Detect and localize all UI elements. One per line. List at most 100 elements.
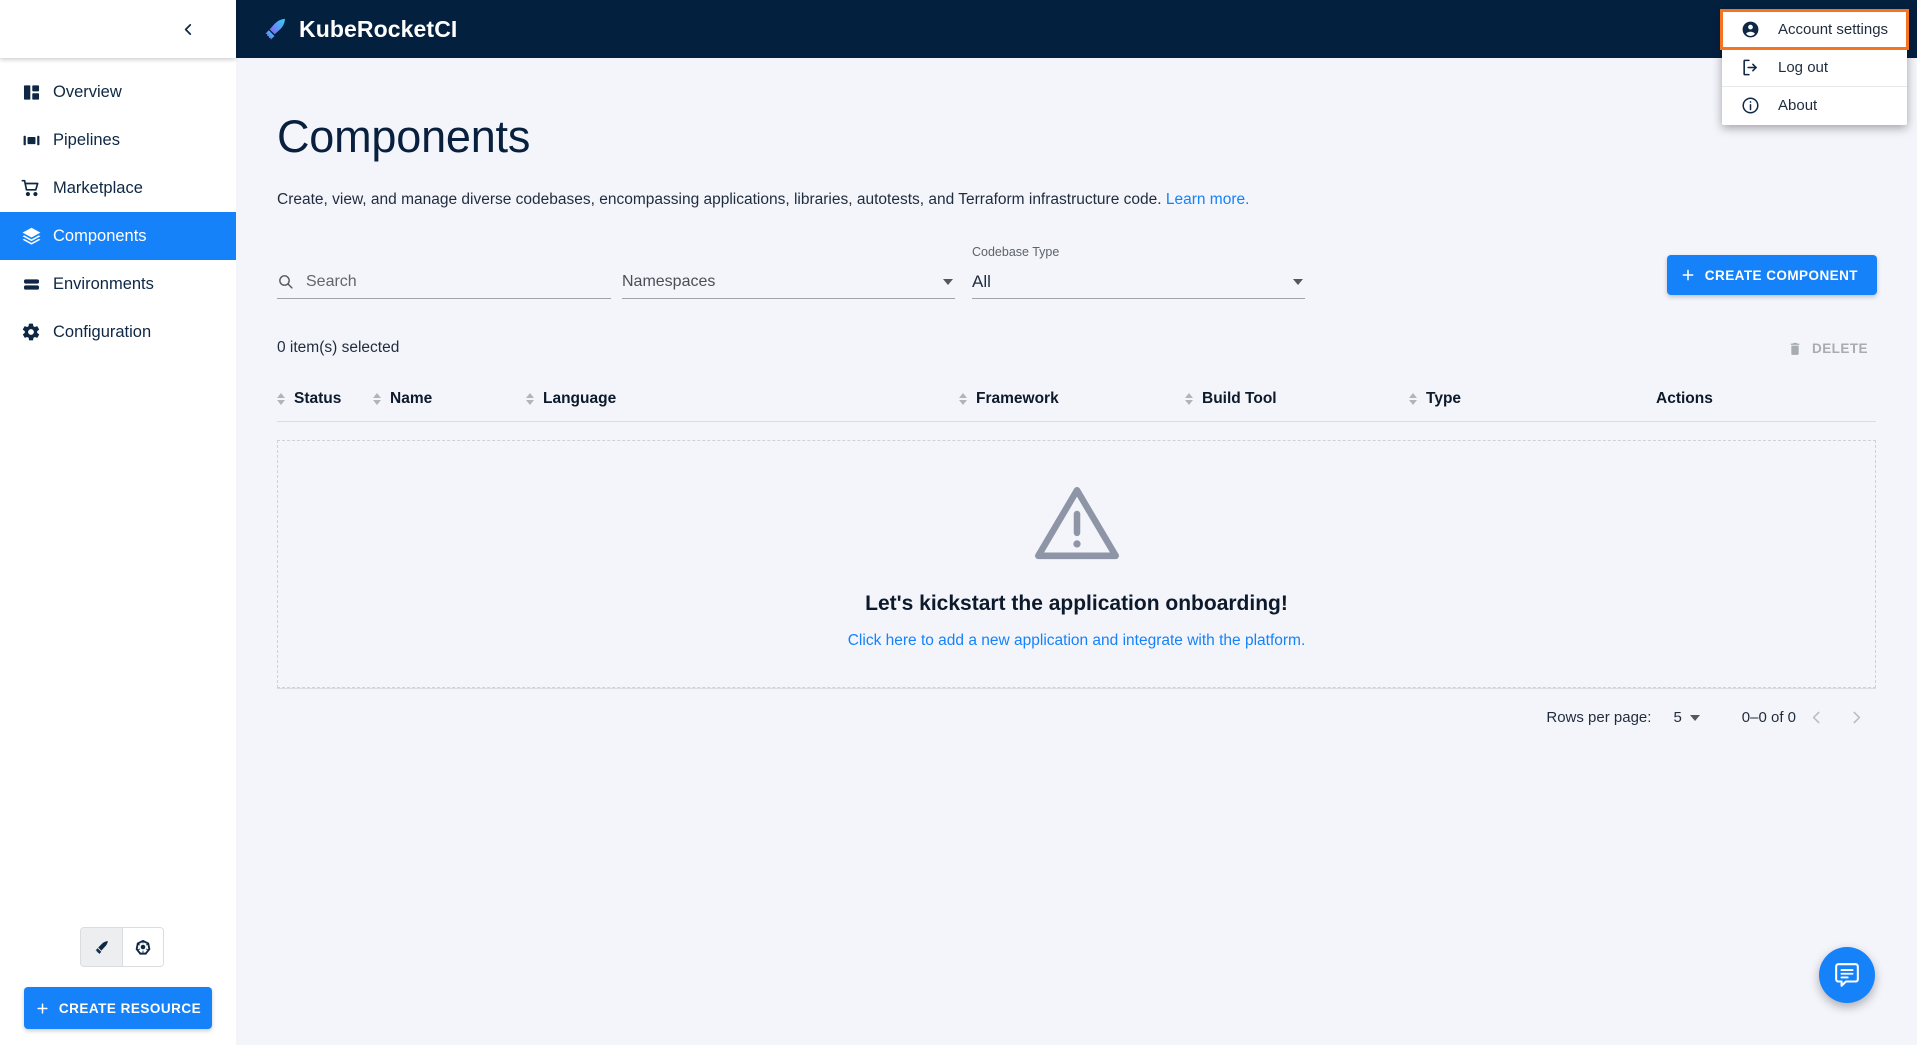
sidebar-item-label: Pipelines xyxy=(53,130,120,149)
pipeline-icon xyxy=(9,131,53,150)
sidebar-collapse-button[interactable] xyxy=(175,16,201,42)
sidebar-header xyxy=(0,0,236,58)
search-input[interactable] xyxy=(306,272,586,291)
pagination-range: 0–0 of 0 xyxy=(1741,709,1796,726)
selection-count: 0 item(s) selected xyxy=(277,339,400,356)
empty-state-link[interactable]: Click here to add a new application and … xyxy=(848,632,1306,650)
pagination-next-button[interactable] xyxy=(1836,698,1876,738)
sidebar-item-label: Configuration xyxy=(53,322,152,341)
sidebar-footer: CREATE RESOURCE xyxy=(0,927,236,1045)
delete-button[interactable]: DELETE xyxy=(1787,340,1876,356)
menu-item-label: Log out xyxy=(1778,59,1829,76)
chevron-right-icon xyxy=(1852,711,1860,724)
sidebar-item-pipelines[interactable]: Pipelines xyxy=(0,116,236,164)
warning-triangle-icon xyxy=(1034,487,1119,560)
top-header-bar: KubeRocketCI xyxy=(236,0,1917,58)
sidebar-nav: Overview Pipelines Marketplace Component… xyxy=(0,58,236,356)
rocket-pen-icon xyxy=(265,18,285,40)
plus-icon xyxy=(1682,269,1694,281)
kubernetes-icon xyxy=(135,939,151,955)
sort-icon xyxy=(1409,392,1417,405)
column-header-type[interactable]: Type xyxy=(1409,390,1656,408)
column-header-label: Status xyxy=(294,389,342,407)
sort-icon xyxy=(1185,392,1193,405)
selection-row: 0 item(s) selected DELETE xyxy=(277,332,1876,364)
column-header-label: Name xyxy=(390,389,433,407)
column-header-label: Build Tool xyxy=(1202,389,1277,407)
column-header-label: Actions xyxy=(1656,389,1713,407)
sidebar: Overview Pipelines Marketplace Component… xyxy=(0,0,236,1045)
table-empty-state: Let's kickstart the application onboardi… xyxy=(277,440,1876,688)
page-description-text: Create, view, and manage diverse codebas… xyxy=(277,191,1162,208)
chevron-left-icon xyxy=(1812,711,1820,724)
kuberocketci-icon xyxy=(95,940,108,954)
sidebar-item-label: Components xyxy=(53,226,147,245)
layers-icon xyxy=(9,226,53,247)
create-component-label: CREATE COMPONENT xyxy=(1704,267,1858,283)
brand-title: KubeRocketCI xyxy=(299,15,458,42)
table-pagination: Rows per page: 5 0–0 of 0 xyxy=(277,688,1876,746)
rows-per-page-select[interactable]: 5 xyxy=(1673,709,1701,726)
column-header-language[interactable]: Language xyxy=(526,390,959,408)
gear-icon xyxy=(9,322,53,342)
chat-fab-button[interactable] xyxy=(1819,947,1875,1003)
menu-item-account-settings[interactable]: Account settings xyxy=(1720,9,1909,50)
menu-item-about[interactable]: About xyxy=(1722,87,1907,124)
delete-label: DELETE xyxy=(1812,340,1868,356)
sidebar-item-overview[interactable]: Overview xyxy=(0,68,236,116)
sidebar-item-components[interactable]: Components xyxy=(0,212,236,260)
sidebar-item-label: Overview xyxy=(53,82,122,101)
sidebar-item-configuration[interactable]: Configuration xyxy=(0,308,236,356)
namespaces-select[interactable]: Namespaces xyxy=(622,265,955,299)
codebase-type-value: All xyxy=(972,271,991,291)
create-resource-button[interactable]: CREATE RESOURCE xyxy=(24,987,212,1029)
create-component-button[interactable]: CREATE COMPONENT xyxy=(1666,255,1877,295)
sidebar-item-label: Marketplace xyxy=(53,178,143,197)
sort-icon xyxy=(373,392,381,405)
logout-icon xyxy=(1741,58,1760,77)
page-description: Create, view, and manage diverse codebas… xyxy=(277,191,1917,209)
column-header-actions: Actions xyxy=(1656,390,1713,408)
namespaces-label: Namespaces xyxy=(622,272,716,290)
trash-icon xyxy=(1790,342,1800,355)
brand[interactable]: KubeRocketCI xyxy=(262,16,457,43)
cluster-toggle-kuberocketci[interactable] xyxy=(81,928,122,966)
account-circle-icon xyxy=(1741,20,1760,39)
codebase-type-label: Codebase Type xyxy=(972,245,1060,259)
cluster-toggle-group xyxy=(80,927,164,967)
rows-per-page-value: 5 xyxy=(1673,709,1682,726)
sidebar-item-marketplace[interactable]: Marketplace xyxy=(0,164,236,212)
menu-item-log-out[interactable]: Log out xyxy=(1722,49,1907,86)
sort-icon xyxy=(959,392,967,405)
column-header-label: Language xyxy=(543,389,617,407)
sidebar-item-label: Environments xyxy=(53,274,154,293)
column-header-build-tool[interactable]: Build Tool xyxy=(1185,390,1409,408)
components-table: Status Name Language Framework Build Too… xyxy=(277,376,1876,746)
search-icon xyxy=(279,275,293,289)
column-header-framework[interactable]: Framework xyxy=(959,390,1185,408)
rows-per-page-label: Rows per page: xyxy=(1546,709,1652,726)
sort-icon xyxy=(526,392,534,405)
create-resource-label: CREATE RESOURCE xyxy=(58,1000,202,1016)
codebase-type-select[interactable]: Codebase Type All xyxy=(972,245,1305,299)
chevron-down-icon xyxy=(943,278,953,285)
column-header-name[interactable]: Name xyxy=(373,390,526,408)
learn-more-link[interactable]: Learn more. xyxy=(1166,191,1250,208)
cluster-toggle-kubernetes[interactable] xyxy=(121,928,163,966)
app-root: KubeRocketCI Account settings Log out Ab… xyxy=(0,0,1917,1045)
chevron-down-icon xyxy=(1293,278,1303,285)
search-field xyxy=(277,265,611,299)
menu-item-label: Account settings xyxy=(1778,21,1889,38)
sidebar-item-environments[interactable]: Environments xyxy=(0,260,236,308)
dashboard-icon xyxy=(9,83,53,102)
account-menu: Account settings Log out About xyxy=(1720,9,1909,125)
column-header-label: Framework xyxy=(976,389,1059,407)
column-header-status[interactable]: Status xyxy=(277,390,373,408)
filters-row: Namespaces Codebase Type All CREATE COMP… xyxy=(277,245,1917,299)
menu-item-label: About xyxy=(1778,97,1818,114)
pagination-prev-button[interactable] xyxy=(1796,698,1836,738)
stack-rows-icon xyxy=(9,275,53,294)
plus-icon xyxy=(37,1002,48,1014)
page-title: Components xyxy=(277,111,531,162)
info-circle-icon xyxy=(1741,96,1760,115)
